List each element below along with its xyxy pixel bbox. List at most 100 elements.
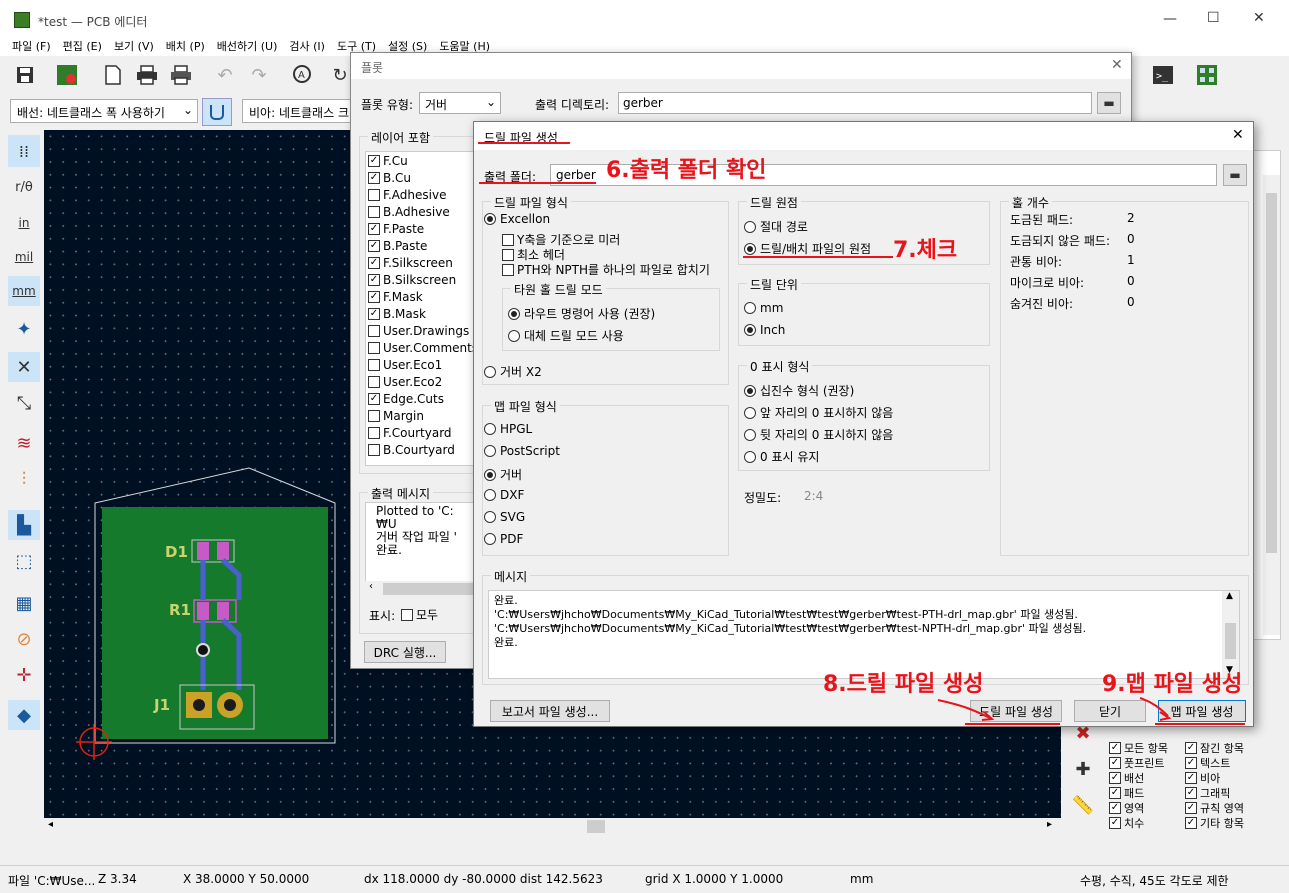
origin-absolute-icon[interactable] (744, 220, 756, 233)
filter-pads[interactable]: ✓ 패드 (1109, 785, 1144, 801)
gerber-x2-icon[interactable] (484, 365, 496, 378)
excellon-radio-icon[interactable] (484, 213, 496, 225)
close-button[interactable]: 닫기 (1074, 700, 1146, 722)
zeros-suppress-trailing-icon[interactable] (744, 428, 756, 441)
zeros-suppress-leading-icon[interactable] (744, 406, 756, 419)
measure-icon[interactable]: 📏 (1069, 792, 1097, 818)
filter-other-checkbox[interactable]: ✓ (1185, 817, 1197, 829)
menu-edit[interactable]: 편집 (E) (63, 38, 102, 54)
map-svg-icon[interactable] (484, 511, 496, 523)
filter-text[interactable]: ✓ 텍스트 (1185, 755, 1230, 771)
drill-msg-scroll-thumb[interactable] (1225, 623, 1236, 659)
drill-msg-scroll-up-icon[interactable]: ▲ (1226, 591, 1233, 601)
filter-graphics-checkbox[interactable]: ✓ (1185, 787, 1197, 799)
mirror-y-box[interactable] (502, 233, 514, 246)
generate-map-button[interactable]: 맵 파일 생성 (1158, 700, 1246, 722)
origin-absolute-radio[interactable]: 절대 경로 (744, 218, 808, 235)
layer-item[interactable]: F.Courtyard (368, 426, 452, 440)
layer-checkbox[interactable] (368, 206, 380, 218)
menu-route[interactable]: 배선하기 (U) (217, 38, 278, 54)
menu-place[interactable]: 배치 (P) (166, 38, 205, 54)
high-contrast-icon[interactable]: ⊘ (8, 624, 40, 654)
layer-item[interactable]: ✓ F.Mask (368, 290, 423, 304)
pcb-calculator-icon[interactable] (1194, 63, 1220, 87)
units-mm-radio[interactable]: mm (744, 301, 783, 315)
plot-folder-icon[interactable]: ▬ (1097, 92, 1121, 114)
filter-footprints[interactable]: ✓ 풋프린트 (1109, 755, 1164, 771)
plot-close-icon[interactable]: ✕ (1111, 57, 1123, 73)
print-icon[interactable] (134, 63, 160, 87)
zeros-suppress-trailing-radio[interactable]: 뒷 자리의 0 표시하지 않음 (744, 426, 893, 443)
layer-checkbox[interactable]: ✓ (368, 308, 380, 320)
scroll-thumb[interactable] (587, 820, 605, 833)
merge-pth-box[interactable] (502, 263, 514, 276)
plot-msg-scroll-thumb[interactable] (383, 583, 475, 595)
map-hpgl-radio[interactable]: HPGL (484, 422, 532, 436)
map-gerber-icon[interactable] (484, 468, 496, 481)
ratsnest-icon[interactable]: ✕ (8, 352, 40, 382)
map-dxf-radio[interactable]: DXF (484, 488, 524, 502)
layer-checkbox[interactable] (368, 410, 380, 422)
units-mm-radio-icon[interactable] (744, 302, 756, 314)
units-inch-icon[interactable]: in (8, 208, 40, 238)
zeros-decimal-icon[interactable] (744, 384, 756, 397)
snap-icon[interactable]: ✚ (1069, 756, 1097, 782)
filter-graphics[interactable]: ✓ 그래픽 (1185, 785, 1230, 801)
plot-icon[interactable] (168, 63, 194, 87)
layer-checkbox[interactable]: ✓ (368, 155, 380, 167)
map-postscript-icon[interactable] (484, 445, 496, 457)
track-width-select[interactable]: 배선: 네트클래스 폭 사용하기 ⌄ (10, 99, 198, 123)
filter-dimensions[interactable]: ✓ 치수 (1109, 815, 1144, 831)
layer-item[interactable]: ✓ B.Cu (368, 171, 411, 185)
drill-close-icon[interactable]: ✕ (1232, 127, 1244, 143)
canvas-h-scrollbar[interactable]: ◂ ▸ (44, 818, 1061, 835)
layer-item[interactable]: User.Eco1 (368, 358, 442, 372)
layer-checkbox[interactable] (368, 359, 380, 371)
layer-checkbox[interactable] (368, 342, 380, 354)
origin-aux-radio[interactable]: 드릴/배치 파일의 원점 (744, 240, 871, 257)
layer-item[interactable]: Margin (368, 409, 424, 423)
plot-messages-scrollbar[interactable]: ‹ (365, 581, 477, 597)
layer-item[interactable]: ✓ F.Cu (368, 154, 408, 168)
layer-item[interactable]: B.Courtyard (368, 443, 455, 457)
filter-vias-checkbox[interactable]: ✓ (1185, 772, 1197, 784)
layer-checkbox[interactable]: ✓ (368, 172, 380, 184)
units-inch-radio-icon[interactable] (744, 324, 756, 336)
layer-item[interactable]: B.Adhesive (368, 205, 450, 219)
layer-checkbox[interactable] (368, 444, 380, 456)
maximize-button[interactable]: ☐ (1207, 10, 1220, 26)
units-mil-icon[interactable]: mil (8, 242, 40, 272)
map-pdf-icon[interactable] (484, 533, 496, 545)
report-button[interactable]: 보고서 파일 생성... (490, 700, 610, 722)
filter-rule-areas[interactable]: ✓ 규칙 영역 (1185, 800, 1244, 816)
filter-pads-checkbox[interactable]: ✓ (1109, 787, 1121, 799)
map-pdf-radio[interactable]: PDF (484, 532, 523, 546)
filter-locked-checkbox[interactable]: ✓ (1185, 742, 1197, 754)
minimize-button[interactable]: — (1163, 11, 1177, 27)
origin-aux-icon[interactable] (744, 242, 756, 255)
filter-footprints-checkbox[interactable]: ✓ (1109, 757, 1121, 769)
cursor-icon[interactable]: ✦ (8, 314, 40, 344)
alt-mode-radio[interactable]: 대체 드릴 모드 사용 (508, 327, 624, 344)
plot-show-all-checkbox[interactable] (401, 608, 413, 621)
filter-all-checkbox[interactable]: ✓ (1109, 742, 1121, 754)
page-settings-icon[interactable] (100, 63, 126, 87)
via-size-select[interactable]: 비아: 네트클래스 크 (242, 99, 362, 123)
filter-tracks-checkbox[interactable]: ✓ (1109, 772, 1121, 784)
alt-mode-icon[interactable] (508, 329, 520, 342)
map-gerber-radio[interactable]: 거버 (484, 466, 522, 483)
redo-icon[interactable]: ↷ (246, 63, 272, 87)
drill-folder-icon[interactable]: ▬ (1223, 164, 1247, 186)
generate-drill-button[interactable]: 드릴 파일 생성 (970, 700, 1062, 722)
menu-view[interactable]: 보기 (V) (114, 38, 154, 54)
layer-item[interactable]: ✓ Edge.Cuts (368, 392, 444, 406)
layer-checkbox[interactable] (368, 376, 380, 388)
route-mode-radio[interactable]: 라우트 명령어 사용 (권장) (508, 305, 655, 322)
units-mm-icon[interactable]: mm (8, 276, 40, 306)
right-v-scrollbar[interactable] (1263, 175, 1280, 635)
layer-checkbox[interactable]: ✓ (368, 257, 380, 269)
filter-zones[interactable]: ✓ 영역 (1109, 800, 1144, 816)
gerber-x2-radio[interactable]: 거버 X2 (484, 363, 542, 380)
map-dxf-icon[interactable] (484, 489, 496, 501)
filter-locked[interactable]: ✓ 잠긴 항목 (1185, 740, 1244, 756)
